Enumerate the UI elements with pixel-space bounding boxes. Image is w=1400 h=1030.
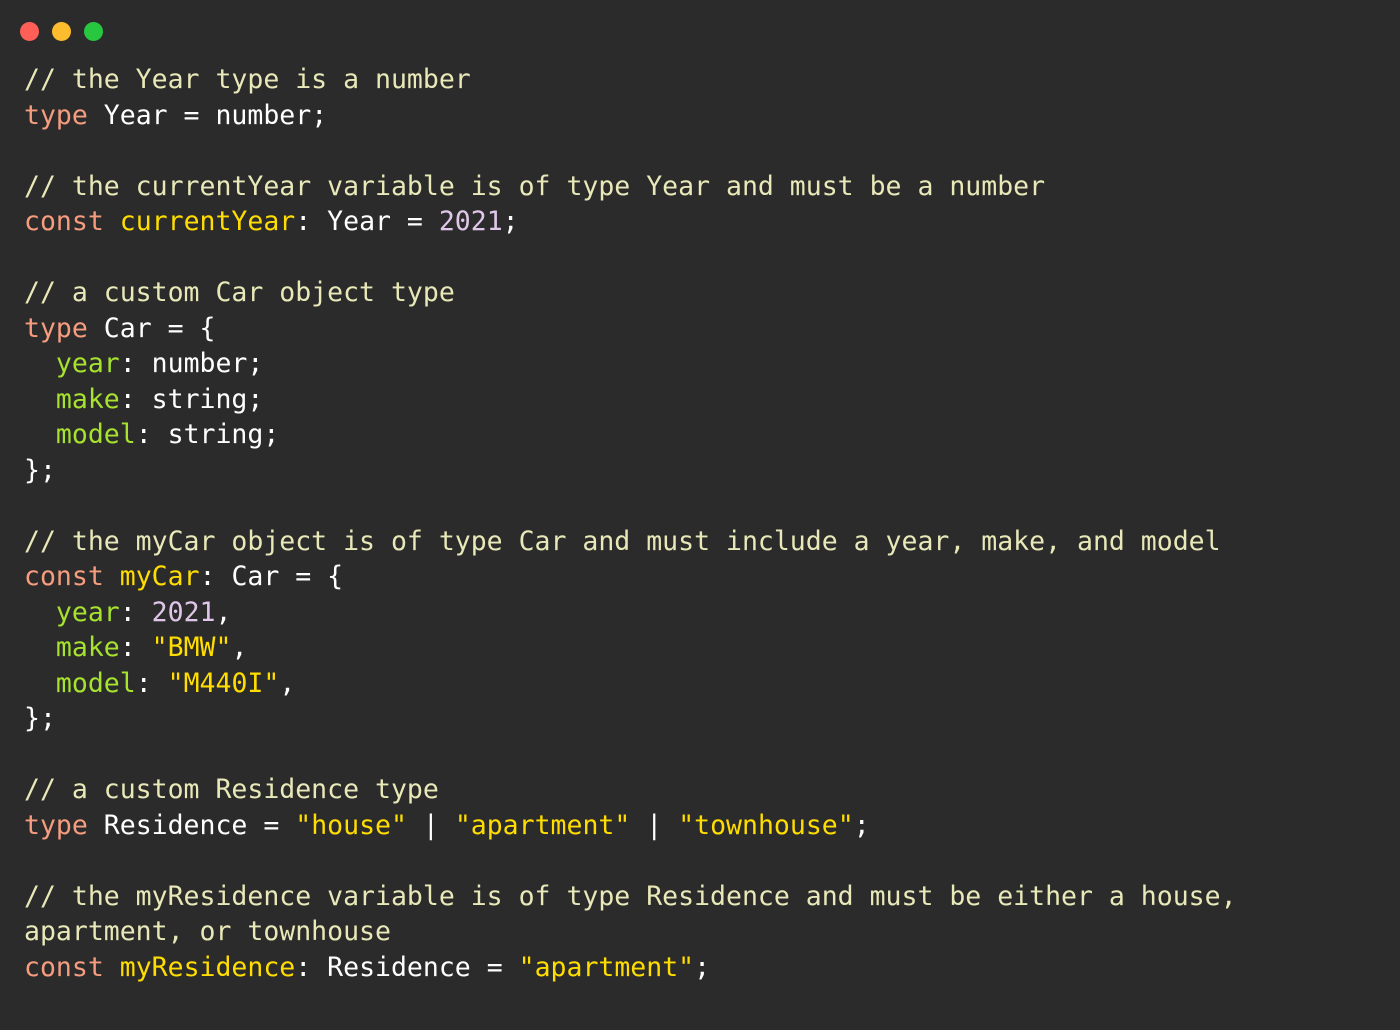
code-line: year: 2021, <box>24 595 1378 631</box>
code-token-string: "house" <box>295 809 407 841</box>
code-token-plain: ; <box>853 809 870 841</box>
code-token-identifier: myCar <box>119 561 200 592</box>
code-token-property: model <box>55 419 136 450</box>
code-token-keyword: const <box>24 206 104 237</box>
code-line: type Year = number; <box>24 98 1378 134</box>
code-token-string: "M440I" <box>167 667 280 699</box>
code-token-plain: , <box>231 632 248 663</box>
code-token-plain: : <box>119 632 152 663</box>
code-line: const currentYear: Year = 2021; <box>24 204 1378 240</box>
code-line: type Residence = "house" | "apartment" |… <box>24 808 1378 844</box>
code-token-comment: // a custom Residence type <box>24 774 439 805</box>
code-line: // the myResidence variable is of type R… <box>24 879 1378 950</box>
window-titlebar <box>0 0 1400 62</box>
code-editor-area[interactable]: // the Year type is a number type Year = … <box>0 62 1400 985</box>
code-line: // the currentYear variable is of type Y… <box>24 169 1378 205</box>
code-token-property: year <box>55 348 120 379</box>
code-token-keyword: const <box>24 951 104 983</box>
code-token-plain: : string; <box>119 383 264 415</box>
code-token-plain: : string; <box>135 419 280 450</box>
code-token-string: "apartment" <box>454 809 631 841</box>
code-token-property: make <box>55 383 120 415</box>
code-line: make: string; <box>24 382 1378 418</box>
code-token-property: make <box>55 632 120 663</box>
code-line: // the Year type is a number <box>24 62 1378 98</box>
code-token-keyword: const <box>24 561 104 592</box>
code-token-string: "BMW" <box>151 632 232 663</box>
code-token-comment: // a custom Car object type <box>24 277 455 308</box>
code-token-plain: ; <box>502 206 519 237</box>
code-token-plain: | <box>630 809 679 841</box>
code-token-plain: Residence = <box>87 809 296 841</box>
code-line: model: "M440I", <box>24 666 1378 702</box>
code-line: // a custom Residence type <box>24 772 1378 808</box>
code-line: const myResidence: Residence = "apartmen… <box>24 950 1378 986</box>
code-token-plain: }; <box>24 454 56 486</box>
code-token-plain: : Residence = <box>295 951 519 983</box>
code-token-comment: // the Year type is a number <box>24 64 471 95</box>
maximize-window-button[interactable] <box>84 21 103 41</box>
code-token-plain: : Year = <box>295 206 439 237</box>
code-token-plain: : <box>135 667 168 699</box>
code-line: const myCar: Car = { <box>24 559 1378 595</box>
code-line: model: string; <box>24 417 1378 453</box>
code-line: make: "BMW", <box>24 630 1378 666</box>
code-token-plain: ; <box>694 951 711 983</box>
code-token-plain: : Car = { <box>199 561 344 592</box>
code-token-property: model <box>55 667 136 699</box>
code-token-plain: : <box>119 596 152 628</box>
code-token-comment: // the myCar object is of type Car and m… <box>24 525 1221 557</box>
minimize-window-button[interactable] <box>52 21 71 41</box>
code-token-comment: // the currentYear variable is of type Y… <box>24 170 1046 202</box>
code-token-number: 2021 <box>438 206 503 237</box>
code-token-plain: : number; <box>119 348 264 379</box>
code-line: type Car = { <box>24 311 1378 347</box>
code-token-property: year <box>55 596 120 628</box>
code-token-plain: Year = number; <box>87 99 328 131</box>
code-token-keyword: type <box>24 809 88 841</box>
code-token-comment: // the myResidence variable is of type R… <box>24 880 1253 948</box>
code-line: // a custom Car object type <box>24 275 1378 311</box>
code-line: }; <box>24 701 1378 737</box>
code-block[interactable]: // the Year type is a number type Year = … <box>24 62 1378 985</box>
code-token-string: "townhouse" <box>678 809 854 841</box>
code-token-plain: , <box>215 596 232 628</box>
code-line: }; <box>24 453 1378 489</box>
close-window-button[interactable] <box>20 21 39 41</box>
code-line: // the myCar object is of type Car and m… <box>24 524 1378 560</box>
code-token-identifier: currentYear <box>119 206 296 237</box>
code-token-plain: }; <box>24 703 56 734</box>
code-line: year: number; <box>24 346 1378 382</box>
code-token-string: "apartment" <box>518 951 695 983</box>
code-token-plain: | <box>406 809 455 841</box>
code-token-keyword: type <box>24 99 88 131</box>
code-token-number: 2021 <box>151 596 216 628</box>
code-token-keyword: type <box>24 312 88 344</box>
code-token-plain: Car = { <box>87 312 216 344</box>
code-window: // the Year type is a number type Year = … <box>0 0 1400 1030</box>
code-token-plain: , <box>279 667 296 699</box>
code-token-identifier: myResidence <box>119 951 296 983</box>
